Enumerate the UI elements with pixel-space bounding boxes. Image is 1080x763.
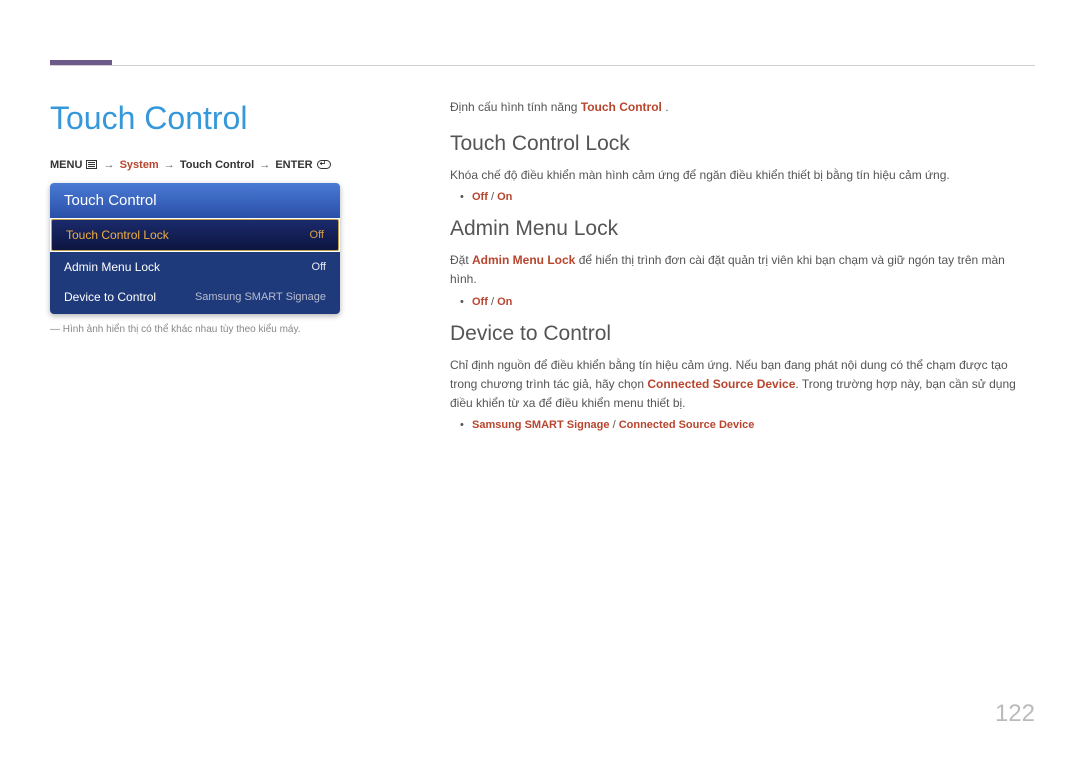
osd-item-label: Device to Control (64, 290, 156, 304)
menu-icon (86, 160, 97, 169)
page-content: Touch Control MENU → System → Touch Cont… (50, 100, 1030, 441)
section-heading-tcl: Touch Control Lock (450, 132, 1030, 156)
osd-item-admin-menu-lock[interactable]: Admin Menu Lock Off (50, 252, 340, 282)
section-heading-aml: Admin Menu Lock (450, 217, 1030, 241)
arrow-icon: → (164, 159, 175, 171)
osd-item-label: Admin Menu Lock (64, 260, 160, 274)
arrow-icon: → (104, 159, 115, 171)
osd-item-value: Off (310, 229, 324, 241)
breadcrumb-touch-control: Touch Control (180, 159, 254, 171)
right-column: Định cấu hình tính năng Touch Control . … (410, 100, 1030, 441)
intro-text: Định cấu hình tính năng Touch Control . (450, 100, 1030, 114)
section-body-aml: Đặt Admin Menu Lock để hiển thị trình đơ… (450, 251, 1030, 289)
section-body-tcl: Khóa chế độ điều khiển màn hình cảm ứng … (450, 166, 1030, 185)
breadcrumb-system: System (120, 159, 159, 171)
page-title: Touch Control (50, 100, 410, 137)
left-column: Touch Control MENU → System → Touch Cont… (50, 100, 410, 441)
enter-icon (317, 160, 331, 169)
osd-item-value: Off (312, 261, 326, 273)
options-dtc: Samsung SMART Signage / Connected Source… (450, 419, 1030, 431)
breadcrumb-menu: MENU (50, 159, 82, 171)
options-aml: Off / On (450, 296, 1030, 308)
section-body-dtc: Chỉ định nguồn để điều khiển bằng tín hi… (450, 356, 1030, 414)
breadcrumb-enter: ENTER (275, 159, 312, 171)
section-heading-dtc: Device to Control (450, 322, 1030, 346)
osd-item-touch-control-lock[interactable]: Touch Control Lock Off (51, 219, 339, 251)
options-tcl: Off / On (450, 191, 1030, 203)
osd-item-value: Samsung SMART Signage (195, 291, 326, 303)
osd-item-device-to-control[interactable]: Device to Control Samsung SMART Signage (50, 282, 340, 314)
osd-header: Touch Control (50, 183, 340, 218)
arrow-icon: → (259, 159, 270, 171)
page-number: 122 (995, 700, 1035, 728)
osd-item-label: Touch Control Lock (66, 228, 169, 242)
osd-panel: Touch Control Touch Control Lock Off Adm… (50, 183, 340, 314)
footnote: ― Hình ảnh hiển thị có thể khác nhau tùy… (50, 324, 410, 335)
header-rule (50, 65, 1035, 66)
breadcrumb: MENU → System → Touch Control → ENTER (50, 159, 410, 171)
